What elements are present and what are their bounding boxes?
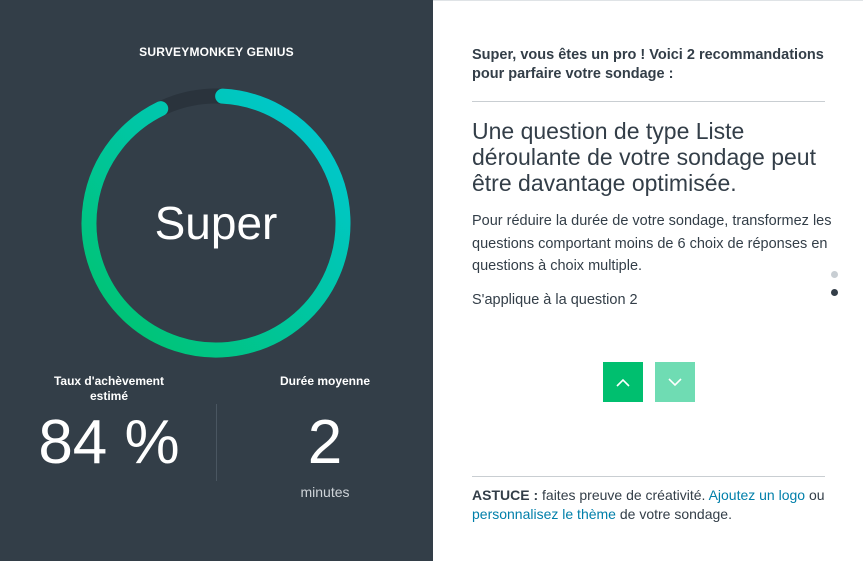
genius-panel: SURVEYMONKEY GENIUS Super Taux d'achèvem… [0,0,433,561]
tip: ASTUCE : faites preuve de créativité. Aj… [472,486,832,523]
next-recommendation-button[interactable] [655,362,695,402]
tip-text: faites preuve de créativité. [538,487,709,503]
score-rating: Super [154,197,278,249]
average-duration-unit: minutes [300,484,350,500]
divider [472,476,825,477]
tip-prefix: ASTUCE : [472,487,539,503]
chevron-up-icon [616,378,630,387]
recommendation-applies-to: S'applique à la question 2 [472,292,638,308]
recommendations-panel: Super, vous êtes un pro ! Voici 2 recomm… [433,0,863,561]
genius-title: SURVEYMONKEY GENIUS [139,45,294,59]
metrics-divider [216,404,217,481]
previous-recommendation-button[interactable] [603,362,643,402]
recommendations-headline: Super, vous êtes un pro ! Voici 2 recomm… [472,47,824,82]
tip-text: de votre sondage. [615,505,732,522]
average-duration-label: Durée moyenne [279,374,371,388]
divider [472,101,825,102]
customize-theme-link[interactable]: personnalisez le thème [472,506,616,522]
completion-rate-label: Taux d'achèvement estimé [53,374,164,403]
pager-dot-1[interactable] [831,271,838,278]
add-logo-link[interactable]: Ajoutez un logo [709,487,806,503]
chevron-down-icon [668,377,682,386]
average-duration-value: 2 [307,408,343,477]
recommendation-body: Pour réduire la durée de votre sondage, … [472,213,832,274]
tip-text: ou [805,487,825,503]
top-border [433,0,863,1]
pager-dot-2[interactable] [831,289,838,296]
recommendation-title: Une question de type Liste déroulante de… [472,118,816,196]
completion-rate-value: 84 % [38,408,180,477]
